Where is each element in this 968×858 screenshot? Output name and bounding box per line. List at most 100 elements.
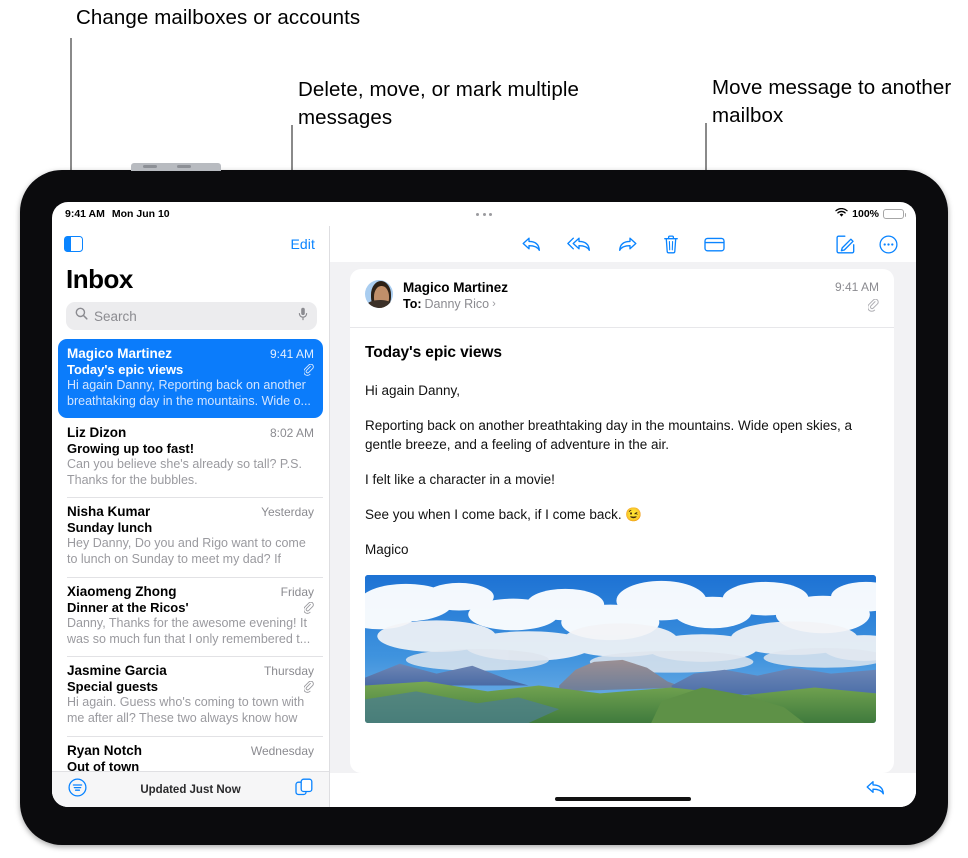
message-row-subject: Dinner at the Ricos' xyxy=(67,600,314,615)
compose-icon[interactable] xyxy=(836,235,855,254)
callout-edit-messages: Delete, move, or mark multiple messages xyxy=(298,78,579,129)
message-paragraph: Hi again Danny, xyxy=(365,383,461,398)
message-subject: Sunday lunch xyxy=(67,520,153,535)
dot-3 xyxy=(489,212,492,216)
mailbox-sidebar: Edit Inbox Search Magico Martinez 9:41 A… xyxy=(52,226,330,807)
sidebar-toolbar: Edit xyxy=(52,226,329,262)
search-icon xyxy=(75,307,88,325)
message-sender-name: Magico Martinez xyxy=(403,280,509,295)
message-subject: Special guests xyxy=(67,679,159,694)
split-view: Edit Inbox Search Magico Martinez 9:41 A… xyxy=(52,226,916,807)
status-bar-time: 9:41 AM xyxy=(65,208,105,220)
message-timestamp: 9:41 AM xyxy=(834,280,879,294)
dot-2 xyxy=(482,212,486,216)
ipad-device-frame: 9:41 AM Mon Jun 10 100% Edit Inbox Searc… xyxy=(20,163,948,845)
message-row-top: Jasmine Garcia Thursday xyxy=(67,663,314,678)
list-item[interactable]: Ryan Notch Wednesday Out of town Howdy, … xyxy=(58,736,323,771)
sidebar-bottom-toolbar: Updated Just Now xyxy=(52,771,329,807)
message-sender: Xiaomeng Zhong xyxy=(67,584,177,599)
message-header-right: 9:41 AM xyxy=(835,280,879,317)
ipad-screen: 9:41 AM Mon Jun 10 100% Edit Inbox Searc… xyxy=(52,202,916,807)
message-subject: Today's epic views xyxy=(67,362,184,377)
sync-status-label: Updated Just Now xyxy=(140,783,241,796)
paperclip-icon xyxy=(304,363,314,376)
paperclip-icon xyxy=(304,601,314,614)
message-sender: Jasmine Garcia xyxy=(67,663,167,678)
avatar xyxy=(365,280,393,308)
message-sender: Ryan Notch xyxy=(67,743,143,758)
message-actions-group xyxy=(521,234,725,254)
message-paragraph: I felt like a character in a movie! xyxy=(365,472,555,487)
search-container: Search xyxy=(52,302,329,339)
message-row-subject: Special guests xyxy=(67,679,314,694)
avatar-shoulder xyxy=(367,300,393,308)
message-toolbar xyxy=(330,226,916,262)
message-row-subject: Growing up too fast! xyxy=(67,441,314,456)
message-subject: Growing up too fast! xyxy=(67,441,195,456)
reply-all-icon[interactable] xyxy=(567,235,592,253)
status-bar-date: Mon Jun 10 xyxy=(111,208,170,220)
microphone-icon[interactable] xyxy=(298,307,308,326)
message-row-subject: Sunday lunch xyxy=(67,520,314,535)
to-recipient: Danny Rico xyxy=(424,297,490,311)
edit-button[interactable]: Edit xyxy=(290,236,315,252)
message-subject: Dinner at the Ricos' xyxy=(67,600,189,615)
more-icon[interactable] xyxy=(879,234,898,254)
battery-nub xyxy=(904,213,906,217)
status-bar-right: 100% xyxy=(835,207,906,221)
message-card: Magico Martinez To: Danny Rico › 9:41 AM xyxy=(350,269,894,773)
sidebar-toggle-icon[interactable] xyxy=(64,236,83,252)
message-list[interactable]: Magico Martinez 9:41 AM Today's epic vie… xyxy=(52,339,329,771)
message-time: Thursday xyxy=(263,664,314,678)
message-sender: Liz Dizon xyxy=(67,425,127,440)
list-item[interactable]: Xiaomeng Zhong Friday Dinner at the Rico… xyxy=(58,577,323,656)
message-subject: Out of town xyxy=(67,759,140,771)
home-indicator xyxy=(555,796,691,801)
message-body: Today's epic views Hi again Danny, Repor… xyxy=(350,328,894,773)
battery-percent-label: 100% xyxy=(852,208,879,220)
move-to-folder-icon[interactable] xyxy=(704,236,725,253)
multitasking-dots-icon[interactable] xyxy=(476,212,492,216)
message-time: 8:02 AM xyxy=(269,426,314,440)
message-recipients[interactable]: To: Danny Rico › xyxy=(403,297,825,311)
paperclip-icon xyxy=(867,298,879,317)
callout-change-mailboxes: Change mailboxes or accounts xyxy=(76,6,361,29)
message-sender: Nisha Kumar xyxy=(67,504,151,519)
list-item[interactable]: Jasmine Garcia Thursday Special guests H… xyxy=(58,656,323,736)
mountain-landscape-photo[interactable] xyxy=(365,575,876,723)
detail-content: Magico Martinez To: Danny Rico › 9:41 AM xyxy=(330,262,916,807)
message-header: Magico Martinez To: Danny Rico › 9:41 AM xyxy=(350,269,894,328)
detail-bottom-bar xyxy=(330,773,916,807)
message-time: Friday xyxy=(280,585,314,599)
trash-icon[interactable] xyxy=(663,234,679,254)
to-label: To: xyxy=(403,297,422,311)
filter-icon[interactable] xyxy=(68,777,87,802)
paperclip-icon xyxy=(304,680,314,693)
message-detail-pane: Magico Martinez To: Danny Rico › 9:41 AM xyxy=(330,226,916,807)
dot-1 xyxy=(476,212,479,216)
message-time: 9:41 AM xyxy=(269,347,314,361)
message-row-subject: Out of town xyxy=(67,759,314,771)
message-preview: Hey Danny, Do you and Rigo want to come … xyxy=(67,536,306,568)
reply-icon[interactable] xyxy=(865,779,886,802)
new-window-icon[interactable] xyxy=(295,778,313,801)
message-time: Wednesday xyxy=(250,744,314,758)
reply-icon[interactable] xyxy=(521,235,542,253)
message-preview: Can you believe she's already so tall? P… xyxy=(67,457,302,487)
message-preview: Danny, Thanks for the awesome evening! I… xyxy=(67,616,311,646)
list-item[interactable]: Nisha Kumar Yesterday Sunday lunch Hey D… xyxy=(58,497,323,577)
chevron-right-icon: › xyxy=(492,298,496,310)
list-item[interactable]: Magico Martinez 9:41 AM Today's epic vie… xyxy=(58,339,323,418)
wifi-icon xyxy=(835,207,848,221)
search-input[interactable]: Search xyxy=(66,302,317,330)
forward-icon[interactable] xyxy=(617,235,638,253)
message-preview: Hi again Danny, Reporting back on anothe… xyxy=(67,378,311,408)
message-preview: Hi again. Guess who's coming to town wit… xyxy=(67,695,305,727)
battery-icon xyxy=(883,209,906,219)
list-item[interactable]: Liz Dizon 8:02 AM Growing up too fast! C… xyxy=(58,418,323,497)
status-bar-left: 9:41 AM Mon Jun 10 xyxy=(65,208,170,220)
message-time: Yesterday xyxy=(261,505,314,519)
message-paragraph: Magico xyxy=(365,542,409,557)
search-placeholder: Search xyxy=(94,308,137,324)
message-sender: Magico Martinez xyxy=(67,346,173,361)
